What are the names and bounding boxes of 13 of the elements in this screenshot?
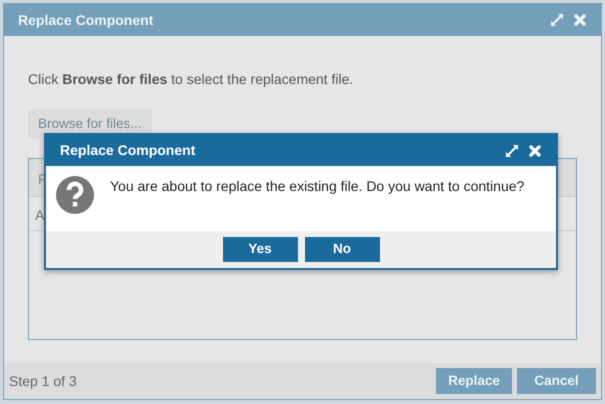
step-text: Step 1 of 3 [9,372,78,391]
question-icon [56,176,94,214]
cancel-button[interactable]: Cancel [517,368,596,394]
confirm-message: You are about to replace the existing file. Do you want to continue? [110,177,524,196]
window-title: Replace Component [18,10,154,30]
close-icon[interactable] [573,13,587,27]
instruction-text: Click Browse for files to select the replacement file. [28,70,354,89]
dialog-title: Replace Component [60,141,196,160]
maximize-icon[interactable] [505,144,519,158]
yes-button[interactable]: Yes [222,237,298,262]
replace-button[interactable]: Replace [436,368,512,394]
no-button[interactable]: No [304,237,380,262]
maximize-icon[interactable] [550,13,564,27]
